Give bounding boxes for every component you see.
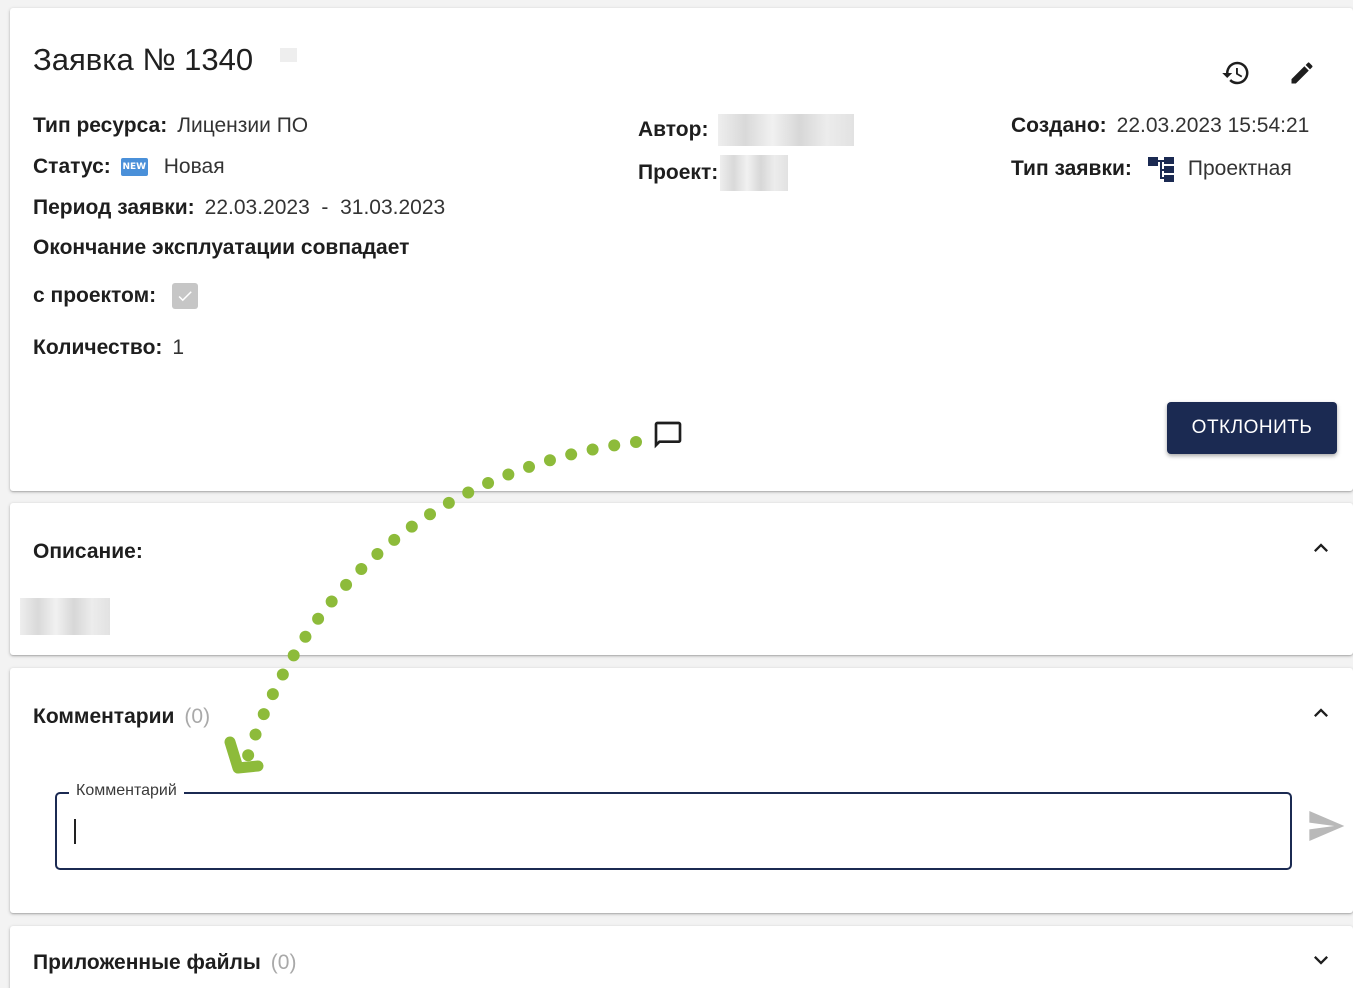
history-icon[interactable] <box>1216 53 1256 93</box>
request-card: Заявка № 1340 Тип ресурса: Лицензии ПО С… <box>10 8 1353 491</box>
request-type-label: Тип заявки: <box>1011 157 1132 180</box>
description-panel: Описание: <box>10 503 1353 655</box>
created-field: Создано: 22.03.2023 15:54:21 <box>1011 114 1309 138</box>
status-badge: NEW <box>120 158 148 176</box>
chevron-down-icon[interactable] <box>1307 946 1335 974</box>
redacted-title-suffix <box>280 48 297 62</box>
end-coincides-heading: Окончание эксплуатации совпадает <box>33 236 419 260</box>
files-panel: Приложенные файлы (0) <box>10 926 1353 988</box>
page-title: Заявка № 1340 <box>33 42 254 77</box>
status-field: Статус: NEW Новая <box>33 155 225 179</box>
author-label: Автор: <box>638 118 709 141</box>
redacted-author <box>718 114 855 146</box>
end-coincides-label-2: с проектом: <box>33 284 157 307</box>
end-coincides-checkbox[interactable] <box>172 283 199 309</box>
period-field: Период заявки: 22.03.2023 - 31.03.2023 <box>33 196 445 220</box>
hierarchy-icon <box>1147 157 1174 182</box>
chevron-up-icon[interactable] <box>1307 699 1335 727</box>
quantity-value: 1 <box>172 336 185 359</box>
status-label: Статус: <box>33 155 111 178</box>
end-coincides-label: Окончание эксплуатации совпадает <box>33 236 410 259</box>
request-type-field: Тип заявки: Проектная <box>1011 155 1292 183</box>
resource-type-field: Тип ресурса: Лицензии ПО <box>33 114 308 138</box>
quantity-field: Количество: 1 <box>33 336 184 360</box>
files-title[interactable]: Приложенные файлы (0) <box>33 951 296 975</box>
resource-type-value: Лицензии ПО <box>177 114 309 137</box>
comment-field-label: Комментарий <box>69 782 184 800</box>
comment-field[interactable]: Комментарий <box>55 782 1292 870</box>
redacted-project <box>720 155 789 191</box>
created-label: Создано: <box>1011 114 1107 137</box>
description-title[interactable]: Описание: <box>33 540 143 564</box>
project-field: Проект: <box>638 155 789 191</box>
created-value: 22.03.2023 15:54:21 <box>1116 114 1310 137</box>
comments-title[interactable]: Комментарии (0) <box>33 705 210 729</box>
send-icon[interactable] <box>1306 806 1346 846</box>
request-type-value: Проектная <box>1187 157 1292 180</box>
text-cursor <box>74 819 76 844</box>
files-count: (0) <box>270 951 297 974</box>
comments-title-label: Комментарии <box>33 705 175 728</box>
author-field: Автор: <box>638 114 855 146</box>
comments-panel: Комментарии (0) Комментарий <box>10 668 1353 913</box>
status-value: Новая <box>163 155 225 178</box>
period-value: 22.03.2023 - 31.03.2023 <box>204 196 446 219</box>
comment-input[interactable] <box>73 814 1263 850</box>
redacted-description <box>20 598 110 635</box>
files-title-label: Приложенные файлы <box>33 951 261 974</box>
resource-type-label: Тип ресурса: <box>33 114 168 137</box>
project-label: Проект: <box>638 161 719 184</box>
period-label: Период заявки: <box>33 196 195 219</box>
check-icon <box>178 291 192 302</box>
chevron-up-icon[interactable] <box>1307 534 1335 562</box>
quantity-label: Количество: <box>33 336 163 359</box>
reject-button[interactable]: ОТКЛОНИТЬ <box>1167 402 1337 454</box>
end-coincides-field: с проектом: <box>33 283 199 309</box>
comments-count: (0) <box>184 705 211 728</box>
edit-icon[interactable] <box>1282 53 1322 93</box>
comment-icon[interactable] <box>648 415 688 455</box>
